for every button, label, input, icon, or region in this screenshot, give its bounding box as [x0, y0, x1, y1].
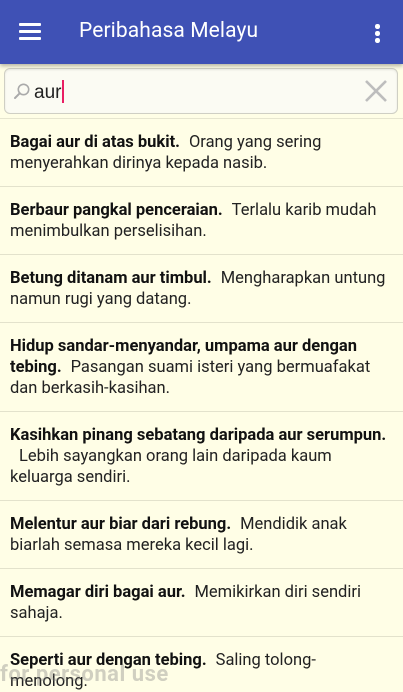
search-input[interactable]: aur: [4, 68, 398, 114]
app-title: Peribahasa Melayu: [79, 19, 259, 43]
proverb-text: Melentur aur biar dari rebung.: [10, 515, 232, 534]
search-input-value: aur: [34, 80, 65, 104]
list-item[interactable]: Melentur aur biar dari rebung. Mendidik a…: [0, 501, 403, 569]
proverb-text: Kasihkan pinang sebatang daripada aur se…: [10, 426, 387, 445]
list-item[interactable]: Hidup sandar-menyandar, umpama aur denga…: [0, 323, 403, 412]
hamburger-menu-icon[interactable]: [14, 16, 46, 48]
search-icon: [14, 83, 30, 99]
list-item[interactable]: Bagai aur di atas bukit. Orang yang serin…: [0, 119, 403, 187]
watermark: for personal use: [0, 662, 169, 687]
proverb-text: Berbaur pangkal penceraian.: [10, 201, 223, 220]
app-bar: Peribahasa Melayu: [0, 0, 403, 64]
list-item[interactable]: Betung ditanam aur timbul. Mengharapkan u…: [0, 255, 403, 323]
meaning-text: Pasangan suami isteri yang bermuafakat d…: [10, 358, 371, 398]
proverb-text: Memagar diri bagai aur.: [10, 583, 186, 602]
list-item[interactable]: Memagar diri bagai aur. Memikirkan diri s…: [0, 569, 403, 637]
proverb-text: Bagai aur di atas bukit.: [10, 133, 180, 152]
results-list[interactable]: Bagai aur di atas bukit. Orang yang serin…: [0, 118, 403, 692]
search-bar: aur: [0, 64, 403, 118]
text-caret: [62, 80, 65, 103]
close-icon[interactable]: [363, 78, 389, 104]
list-item[interactable]: Berbaur pangkal penceraian. Terlalu karib…: [0, 187, 403, 255]
more-vert-icon[interactable]: [366, 18, 388, 48]
meaning-text: Lebih sayangkan orang lain daripada kaum…: [10, 447, 332, 487]
list-item[interactable]: Kasihkan pinang sebatang daripada aur se…: [0, 412, 403, 501]
proverb-text: Betung ditanam aur timbul.: [10, 269, 212, 288]
